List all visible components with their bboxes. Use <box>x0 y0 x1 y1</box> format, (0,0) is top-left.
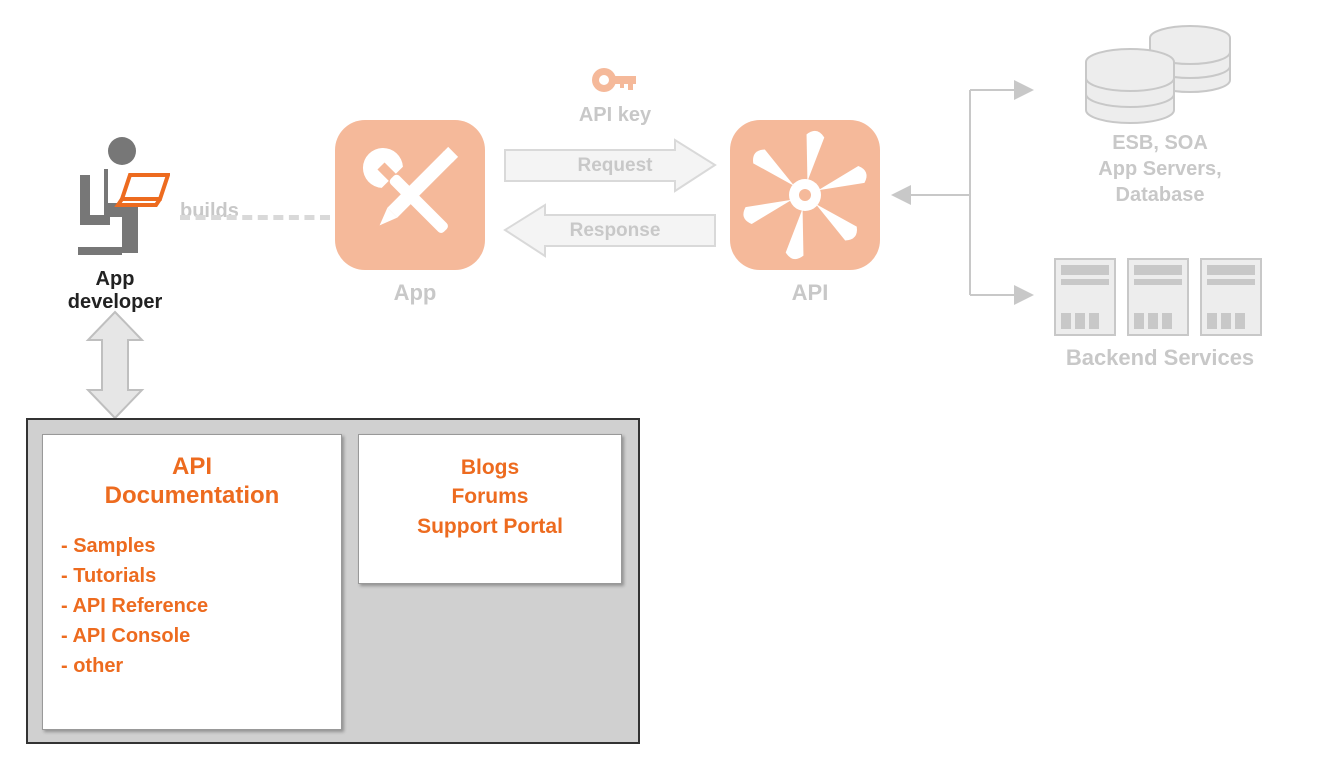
developer-icon <box>60 135 170 255</box>
app-icon <box>335 120 485 270</box>
database-icon <box>1060 20 1260 130</box>
backend-servers-node <box>1040 255 1280 345</box>
apikey-label: API key <box>530 104 700 127</box>
app-servers-label: App Servers, <box>1040 156 1280 182</box>
api-doc-title-2: Documentation <box>105 482 280 509</box>
developer-label: App developer <box>50 268 180 314</box>
backend-db-node: ESB, SOA App Servers, Database <box>1040 20 1280 208</box>
key-icon <box>590 60 640 100</box>
doc-item-samples: Samples <box>61 531 323 561</box>
forums-label: Forums <box>377 482 603 511</box>
builds-dashes <box>180 215 330 220</box>
apikey-node: API key <box>530 60 700 127</box>
doc-item-api-reference: API Reference <box>61 591 323 621</box>
app-node: App <box>335 120 495 306</box>
docs-container: API Documentation Samples Tutorials API … <box>26 418 640 744</box>
api-icon <box>730 120 880 270</box>
backend-services-label: Backend Services <box>1020 345 1300 371</box>
api-doc-title-1: API <box>172 453 212 480</box>
backend-top-labels: ESB, SOA App Servers, Database <box>1040 130 1280 208</box>
response-label: Response <box>540 220 690 242</box>
request-label: Request <box>540 155 690 177</box>
database-label: Database <box>1040 182 1280 208</box>
doc-item-tutorials: Tutorials <box>61 561 323 591</box>
esb-soa-label: ESB, SOA <box>1040 130 1280 156</box>
servers-icon <box>1050 255 1270 345</box>
api-doc-list: Samples Tutorials API Reference API Cons… <box>61 531 323 681</box>
api-node: API <box>730 120 890 306</box>
developer-docs-arrow <box>80 310 150 420</box>
support-portal-label: Support Portal <box>377 512 603 541</box>
blogs-label: Blogs <box>377 453 603 482</box>
api-documentation-box: API Documentation Samples Tutorials API … <box>42 434 342 730</box>
developer-node: App developer <box>50 135 180 314</box>
doc-item-other: other <box>61 651 323 681</box>
api-doc-title: API Documentation <box>61 453 323 511</box>
doc-item-api-console: API Console <box>61 621 323 651</box>
community-box: Blogs Forums Support Portal <box>358 434 622 584</box>
api-label: API <box>730 280 890 306</box>
app-label: App <box>335 280 495 306</box>
